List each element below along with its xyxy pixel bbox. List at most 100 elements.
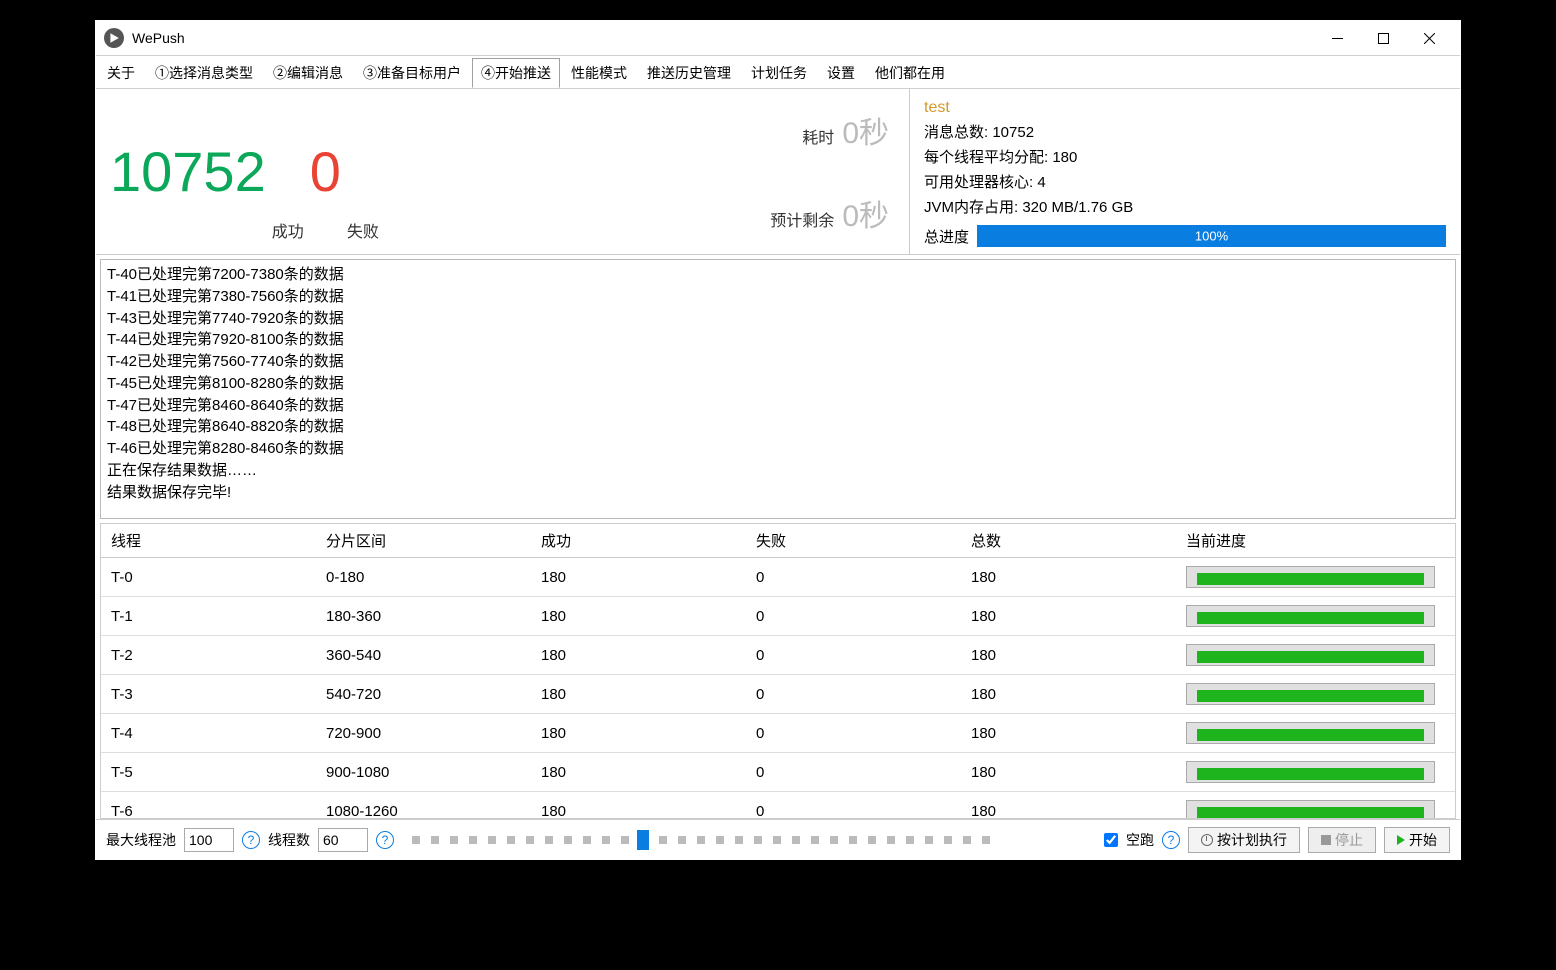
avg-label: 每个线程平均分配: (924, 149, 1048, 166)
stop-button[interactable]: 停止 (1308, 827, 1376, 853)
cell-success: 180 (531, 641, 746, 670)
cell-total: 180 (961, 758, 1176, 787)
cell-progress (1176, 675, 1455, 713)
cell-success: 180 (531, 719, 746, 748)
cell-thread: T-2 (101, 641, 316, 670)
cores-label: 可用处理器核心: (924, 174, 1033, 191)
log-line: T-46已处理完第8280-8460条的数据 (107, 438, 1449, 460)
close-button[interactable] (1406, 23, 1452, 53)
cell-fail: 0 (746, 641, 961, 670)
eta-label: 预计剩余 (770, 207, 834, 231)
cell-thread: T-5 (101, 758, 316, 787)
col-thread: 线程 (101, 524, 316, 557)
slider-thumb[interactable] (637, 830, 649, 850)
cell-progress (1176, 792, 1455, 818)
cell-thread: T-0 (101, 563, 316, 592)
dryrun-checkbox[interactable] (1104, 833, 1118, 847)
cell-progress (1176, 597, 1455, 635)
table-row[interactable]: T-2360-5401800180 (101, 636, 1455, 675)
tab-1[interactable]: ①选择消息类型 (146, 58, 262, 88)
log-line: T-41已处理完第7380-7560条的数据 (107, 286, 1449, 308)
log-line: T-45已处理完第8100-8280条的数据 (107, 373, 1449, 395)
cell-total: 180 (961, 719, 1176, 748)
elapsed-label: 耗时 (802, 124, 834, 148)
cell-total: 180 (961, 641, 1176, 670)
cell-fail: 0 (746, 602, 961, 631)
col-fail: 失败 (746, 524, 961, 557)
table-header: 线程 分片区间 成功 失败 总数 当前进度 (101, 524, 1455, 558)
cell-range: 180-360 (316, 602, 531, 631)
cell-total: 180 (961, 602, 1176, 631)
cell-fail: 0 (746, 797, 961, 819)
log-output[interactable]: T-40已处理完第7200-7380条的数据T-41已处理完第7380-7560… (100, 259, 1456, 519)
cell-fail: 0 (746, 758, 961, 787)
jvm-value: 320 MB/1.76 GB (1022, 199, 1133, 216)
schedule-button[interactable]: 按计划执行 (1188, 827, 1300, 853)
cell-range: 900-1080 (316, 758, 531, 787)
play-icon (1397, 835, 1405, 845)
cell-total: 180 (961, 563, 1176, 592)
table-row[interactable]: T-5900-10801800180 (101, 753, 1455, 792)
threads-input[interactable] (318, 828, 368, 852)
app-icon (104, 28, 124, 48)
cell-total: 180 (961, 680, 1176, 709)
log-line: T-42已处理完第7560-7740条的数据 (107, 351, 1449, 373)
start-button[interactable]: 开始 (1384, 827, 1450, 853)
titlebar: WePush (96, 21, 1460, 55)
config-name: test (924, 99, 1446, 117)
clock-icon (1201, 834, 1213, 846)
pool-input[interactable] (184, 828, 234, 852)
cell-success: 180 (531, 602, 746, 631)
table-row[interactable]: T-3540-7201800180 (101, 675, 1455, 714)
tab-7[interactable]: 计划任务 (742, 58, 816, 88)
stop-icon (1321, 835, 1331, 845)
cell-thread: T-4 (101, 719, 316, 748)
log-line: 正在保存结果数据…… (107, 460, 1449, 482)
help-icon[interactable]: ? (242, 831, 260, 849)
tab-4[interactable]: ④开始推送 (472, 58, 560, 88)
cell-thread: T-6 (101, 797, 316, 819)
tab-3[interactable]: ③准备目标用户 (354, 58, 470, 88)
tab-6[interactable]: 推送历史管理 (638, 58, 740, 88)
dashboard: 10752 成功 0 失败 耗时 0秒 预计剩余 0秒 test 消息总数: 1… (96, 89, 1460, 255)
elapsed-value: 0秒 (842, 108, 889, 152)
cell-fail: 0 (746, 719, 961, 748)
cell-range: 0-180 (316, 563, 531, 592)
log-line: T-47已处理完第8460-8640条的数据 (107, 395, 1449, 417)
tab-9[interactable]: 他们都在用 (866, 58, 954, 88)
maximize-button[interactable] (1360, 23, 1406, 53)
cell-range: 540-720 (316, 680, 531, 709)
cell-progress (1176, 753, 1455, 791)
tab-5[interactable]: 性能模式 (562, 58, 636, 88)
tab-2[interactable]: ②编辑消息 (264, 58, 352, 88)
log-line: T-48已处理完第8640-8820条的数据 (107, 416, 1449, 438)
table-row[interactable]: T-00-1801800180 (101, 558, 1455, 597)
fail-count: 0 (310, 139, 341, 204)
overall-progress-bar: 100% (977, 225, 1446, 247)
cores-value: 4 (1037, 174, 1045, 191)
table-row[interactable]: T-61080-12601800180 (101, 792, 1455, 818)
table-row[interactable]: T-4720-9001800180 (101, 714, 1455, 753)
help-icon[interactable]: ? (376, 831, 394, 849)
jvm-label: JVM内存占用: (924, 199, 1018, 216)
success-count: 10752 (110, 139, 266, 204)
success-label: 成功 (272, 218, 304, 242)
avg-value: 180 (1052, 149, 1077, 166)
minimize-button[interactable] (1314, 23, 1360, 53)
help-icon[interactable]: ? (1162, 831, 1180, 849)
tab-0[interactable]: 关于 (98, 58, 144, 88)
tab-8[interactable]: 设置 (818, 58, 864, 88)
col-progress: 当前进度 (1176, 524, 1455, 557)
cell-progress (1176, 558, 1455, 596)
thread-table: 线程 分片区间 成功 失败 总数 当前进度 T-00-1801800180T-1… (100, 523, 1456, 819)
overall-progress-value: 100% (1195, 229, 1228, 244)
dryrun-label: 空跑 (1126, 830, 1154, 850)
threads-slider[interactable] (412, 836, 992, 844)
cell-fail: 0 (746, 680, 961, 709)
eta-value: 0秒 (842, 191, 889, 235)
cell-total: 180 (961, 797, 1176, 819)
pool-label: 最大线程池 (106, 830, 176, 850)
cell-fail: 0 (746, 563, 961, 592)
threads-label: 线程数 (268, 830, 310, 850)
table-row[interactable]: T-1180-3601800180 (101, 597, 1455, 636)
